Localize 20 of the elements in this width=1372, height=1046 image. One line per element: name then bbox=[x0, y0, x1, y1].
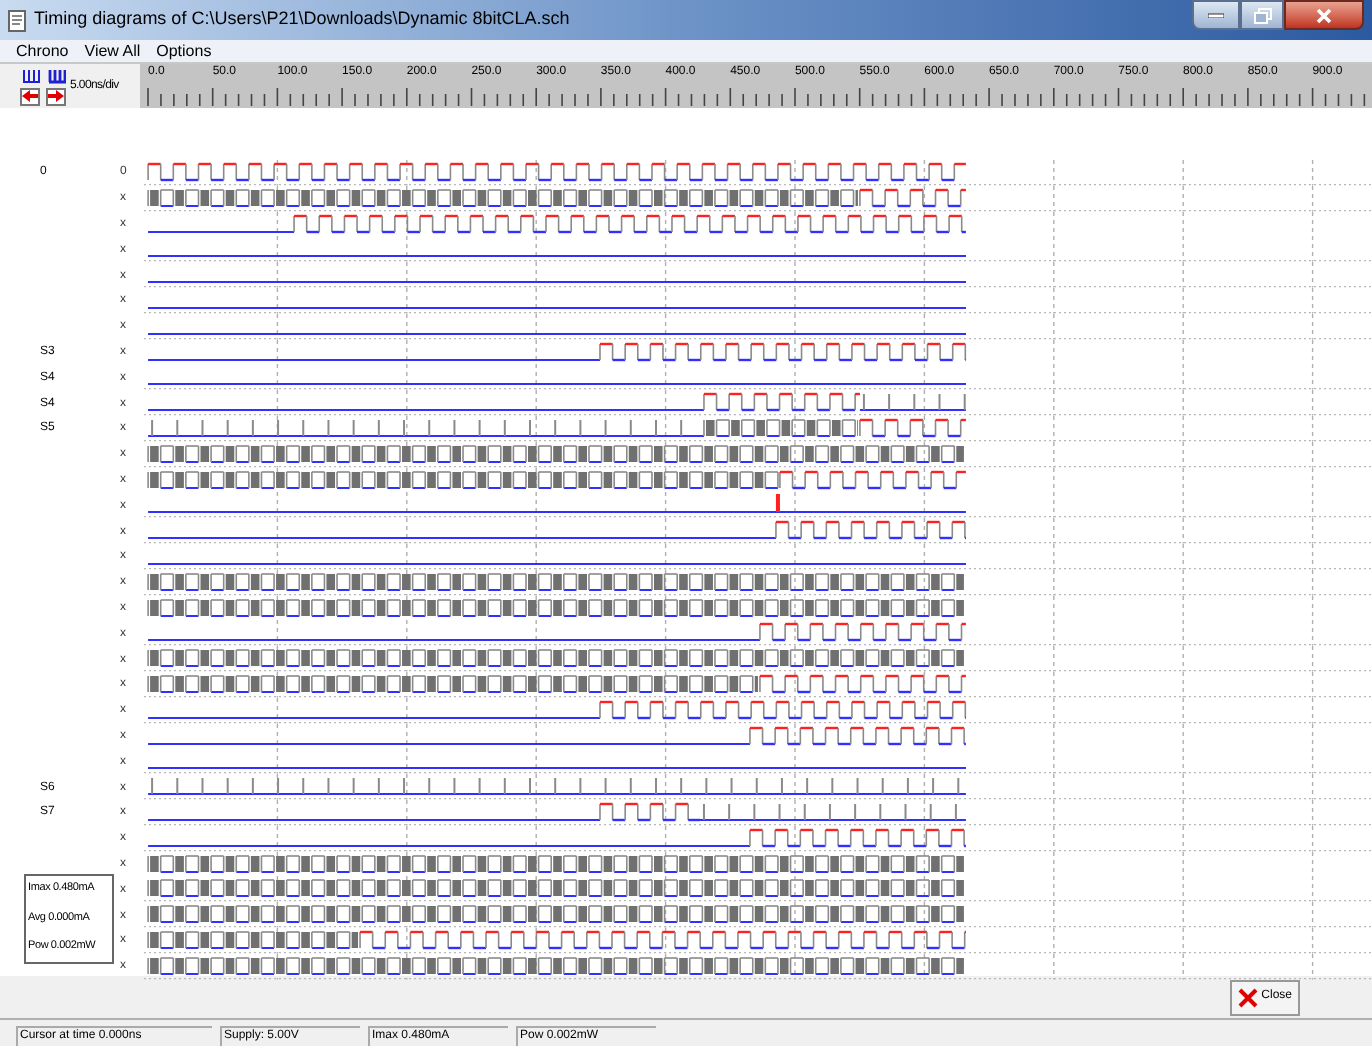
minimize-button[interactable] bbox=[1192, 0, 1240, 30]
minimize-icon bbox=[1208, 12, 1224, 18]
zoom-in-button[interactable] bbox=[20, 67, 40, 85]
menu-item[interactable]: Options bbox=[156, 43, 212, 59]
restore-icon bbox=[1253, 7, 1271, 23]
scroll-right-button[interactable] bbox=[46, 87, 66, 105]
right-arrow-icon bbox=[48, 90, 64, 102]
scroll-left-button[interactable] bbox=[20, 87, 40, 105]
window-title: Timing diagrams of C:\Users\P21\Downloads\Dynamic 8bitCLA.sch bbox=[34, 6, 570, 33]
x-icon bbox=[1237, 987, 1258, 1007]
menu-item[interactable]: Chrono bbox=[16, 43, 69, 59]
close-icon bbox=[1316, 7, 1332, 23]
menu-item[interactable]: View All bbox=[84, 43, 141, 59]
waveform-icon bbox=[21, 68, 39, 84]
waveform-icon bbox=[47, 68, 65, 84]
left-arrow-icon bbox=[22, 90, 38, 102]
maximize-button[interactable] bbox=[1240, 0, 1284, 30]
close-window-button[interactable] bbox=[1284, 0, 1364, 30]
zoom-out-button[interactable] bbox=[46, 67, 66, 85]
app-icon bbox=[8, 9, 26, 31]
